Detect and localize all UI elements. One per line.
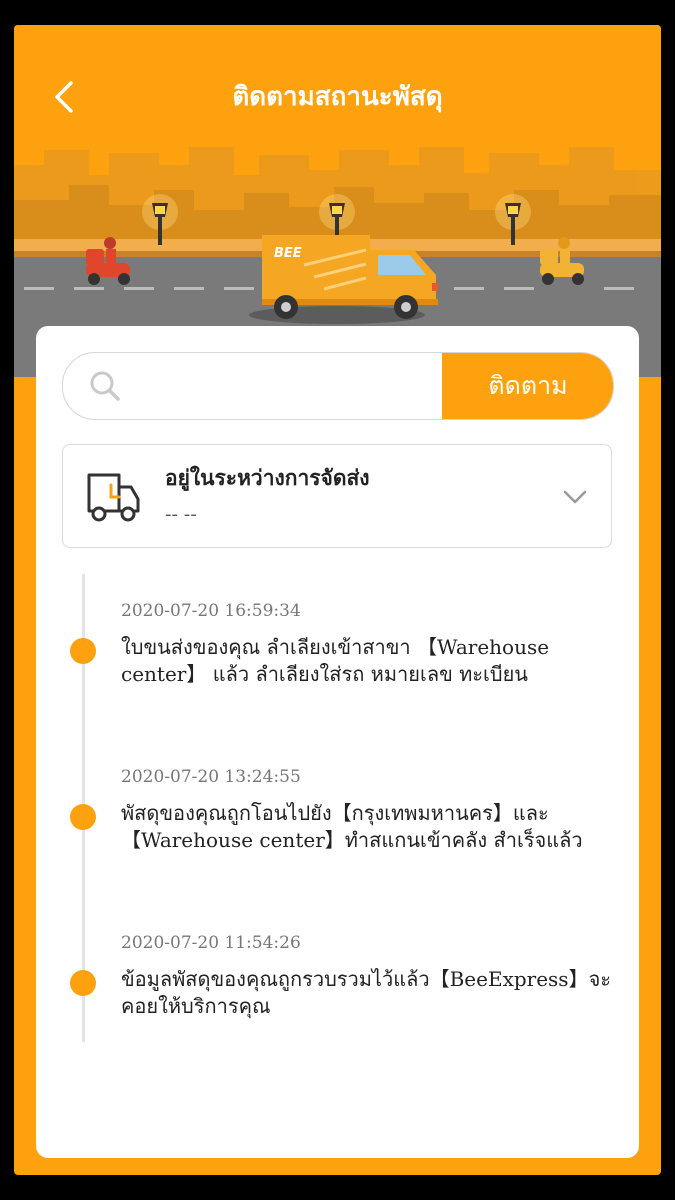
timeline-dot [70, 638, 96, 664]
timeline-dot [70, 970, 96, 996]
search-icon [90, 371, 120, 401]
search-bar: ติดตาม [62, 352, 614, 420]
delivery-truck-icon [87, 473, 140, 522]
status-title: อยู่ในระหว่างการจัดส่ง [165, 466, 370, 490]
event-description: ข้อมูลพัสดุของคุณถูกรวบรวมไว้แล้ว【BeeExp… [121, 967, 612, 1018]
app-frame: BEE ติดตามสถานะพัสดุ ติดตาม อยู่ในระหว่า… [14, 25, 661, 1175]
status-subtitle: -- -- [165, 504, 197, 525]
event-description: ใบขนส่งของคุณ ลำเลียงเข้าสาขา 【Warehouse… [121, 635, 550, 686]
truck-logo: BEE [274, 246, 302, 261]
page-title: ติดตามสถานะพัสดุ [232, 82, 443, 112]
track-button[interactable]: ติดตาม [442, 353, 613, 419]
event-description: พัสดุของคุณถูกโอนไปยัง【กรุงเทพมหานคร】และ… [121, 801, 583, 852]
status-summary[interactable]: อยู่ในระหว่างการจัดส่ง -- -- [62, 444, 612, 548]
chevron-down-icon[interactable] [561, 483, 589, 511]
timeline-dot [70, 804, 96, 830]
event-time: 2020-07-20 13:24:55 [121, 767, 301, 787]
event-time: 2020-07-20 11:54:26 [121, 933, 301, 953]
event-time: 2020-07-20 16:59:34 [121, 601, 301, 621]
tracking-card: ติดตาม อยู่ในระหว่างการจัดส่ง -- -- 2020… [36, 326, 639, 1158]
tracking-number-input[interactable] [125, 356, 442, 416]
